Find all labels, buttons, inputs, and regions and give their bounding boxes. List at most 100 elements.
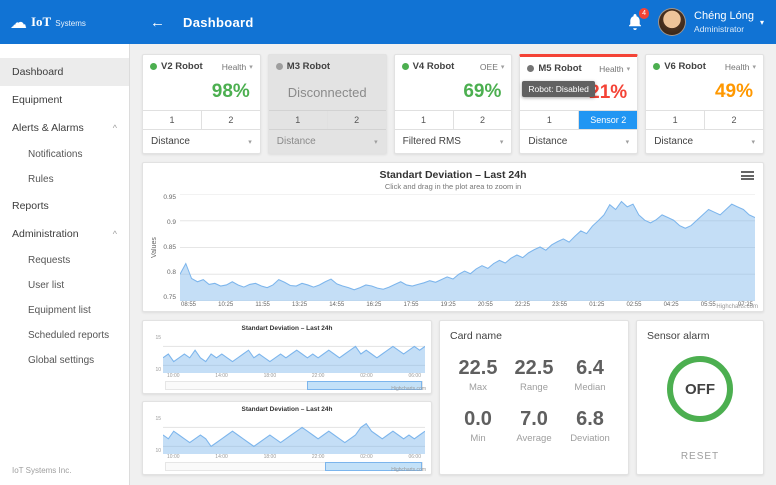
chart-credit-link[interactable]: Highcharts.com (391, 467, 426, 473)
chevron-down-icon: ▾ (500, 138, 504, 146)
metric-label: OEE (480, 62, 498, 72)
stat-median: 6.4Median (562, 358, 618, 393)
chart-navigator[interactable] (165, 381, 423, 390)
chart-menu-icon[interactable] (741, 171, 754, 180)
metric-dropdown[interactable]: Health▾ (222, 62, 253, 72)
y-axis-title: Values (151, 194, 158, 301)
robot-card-header: V6 Robot Health▾ (646, 55, 763, 74)
sensor-tab-2-active[interactable]: Sensor 2 (579, 111, 637, 129)
robot-value: 69% (395, 74, 512, 110)
y-tick-label: 0.9 (160, 219, 176, 226)
area-chart-plot[interactable] (163, 335, 425, 373)
robot-name: M5 Robot (538, 63, 581, 74)
sidebar-item-equipment[interactable]: Equipment (0, 86, 129, 114)
sidebar-item-label: Administration (12, 228, 79, 240)
notifications-bell-icon[interactable]: 4 (628, 14, 642, 30)
chevron-down-icon: ▾ (374, 138, 378, 146)
y-tick-label: 0.95 (160, 194, 176, 201)
sidebar-item-alerts-alarms[interactable]: Alerts & Alarms^ (0, 114, 129, 142)
sidebar-item-user-list[interactable]: User list (0, 273, 129, 298)
measurement-label: Distance (528, 136, 567, 147)
x-axis-tick-labels: 10:0014:0018:0022:0002:0006:00 (149, 454, 425, 460)
chart-navigator[interactable] (165, 462, 423, 471)
cloud-logo-icon: ☁ (10, 14, 27, 31)
sidebar-item-reports[interactable]: Reports (0, 192, 129, 220)
sensor-tab-2[interactable]: 2 (328, 111, 386, 129)
chart-area: 1510 (149, 335, 425, 373)
sidebar-item-global-settings[interactable]: Global settings (0, 348, 129, 373)
chart-credit-link[interactable]: Highcharts.com (391, 386, 426, 392)
sidebar-item-label: Rules (28, 174, 54, 185)
stat-value: 0.0 (450, 409, 506, 430)
measurement-dropdown[interactable]: Filtered RMS▾ (395, 130, 512, 153)
x-tick-label: 08:55 (181, 302, 196, 308)
sidebar-item-administration[interactable]: Administration^ (0, 220, 129, 248)
x-tick-label: 22:00 (312, 373, 325, 379)
robot-card-m3: M3 Robot ▾ Disconnected 1 2 Distance▾ (268, 54, 387, 154)
metric-dropdown[interactable]: OEE▾ (480, 62, 504, 72)
measurement-dropdown[interactable]: Distance▾ (143, 130, 260, 153)
chart-area: Values 0.950.90.850.80.75 (151, 194, 755, 301)
chevron-down-icon[interactable]: ▾ (760, 18, 764, 27)
chart-credit-link[interactable]: Highcharts.com (716, 304, 758, 310)
x-tick-label: 02:00 (360, 373, 373, 379)
status-dot (527, 65, 534, 72)
sidebar-item-requests[interactable]: Requests (0, 248, 129, 273)
metric-dropdown[interactable]: Health▾ (725, 62, 756, 72)
x-tick-label: 22:25 (515, 302, 530, 308)
area-chart-plot[interactable] (163, 416, 425, 454)
chevron-down-icon: ▾ (751, 138, 755, 146)
metric-dropdown[interactable]: Health▾ (599, 64, 630, 74)
sidebar-item-scheduled-reports[interactable]: Scheduled reports (0, 323, 129, 348)
y-tick-label: 0.75 (160, 294, 176, 301)
chevron-up-icon: ^ (113, 123, 117, 133)
area-chart-plot[interactable] (180, 194, 755, 301)
sidebar-item-notifications[interactable]: Notifications (0, 142, 129, 167)
sensor-tab-2[interactable]: 2 (705, 111, 763, 129)
sensor-tab-2[interactable]: 2 (202, 111, 260, 129)
reset-button[interactable]: RESET (681, 451, 719, 465)
sidebar-item-rules[interactable]: Rules (0, 167, 129, 192)
sensor-tab-1[interactable]: 1 (646, 111, 705, 129)
chart-subtitle: Click and drag in the plot area to zoom … (151, 182, 755, 191)
stat-label: Deviation (562, 433, 618, 444)
stat-label: Max (450, 382, 506, 393)
y-axis-tick-labels: 1510 (149, 416, 163, 454)
x-tick-label: 02:55 (626, 302, 641, 308)
x-tick-label: 16:25 (366, 302, 381, 308)
stats-card: Card name 22.5Max 22.5Range 6.4Median 0.… (439, 320, 629, 475)
sensor-tab-1[interactable]: 1 (395, 111, 454, 129)
mini-chart-card-1: Standart Deviation – Last 24h 1510 10:00… (142, 320, 432, 394)
x-tick-label: 02:00 (360, 454, 373, 460)
measurement-dropdown[interactable]: Distance▾ (520, 130, 637, 153)
sidebar-item-label: Scheduled reports (28, 330, 109, 341)
x-tick-label: 22:00 (312, 454, 325, 460)
sensor-tab-1[interactable]: 1 (143, 111, 202, 129)
robot-name: V2 Robot (161, 61, 203, 72)
stat-deviation: 6.8Deviation (562, 409, 618, 444)
sidebar-item-dashboard[interactable]: Dashboard (0, 58, 129, 86)
user-menu[interactable]: Chéng Lóng Administrator (694, 10, 754, 34)
sensor-tab-1[interactable]: 1 (520, 111, 579, 129)
measurement-label: Distance (277, 136, 316, 147)
stat-label: Range (506, 382, 562, 393)
x-tick-label: 14:00 (215, 373, 228, 379)
sidebar-item-equipment-list[interactable]: Equipment list (0, 298, 129, 323)
robot-card-header: V2 Robot Health▾ (143, 55, 260, 74)
metric-label: Health (222, 62, 247, 72)
stat-label: Median (562, 382, 618, 393)
robot-name: M3 Robot (287, 61, 330, 72)
area-fill (163, 424, 425, 454)
measurement-dropdown[interactable]: Distance ▾ (269, 130, 386, 153)
brand-suffix: Systems (55, 19, 86, 28)
back-arrow-icon[interactable]: ← (150, 14, 165, 31)
measurement-dropdown[interactable]: Distance▾ (646, 130, 763, 153)
avatar[interactable] (658, 8, 686, 36)
stat-label: Min (450, 433, 506, 444)
brand[interactable]: ☁ IoT Systems (0, 14, 130, 31)
metric-label: Health (599, 64, 624, 74)
sidebar-item-label: Notifications (28, 149, 82, 160)
sensor-tab-2[interactable]: 2 (454, 111, 512, 129)
sensor-tab-1[interactable]: 1 (269, 111, 328, 129)
y-tick-label: 0.85 (160, 244, 176, 251)
